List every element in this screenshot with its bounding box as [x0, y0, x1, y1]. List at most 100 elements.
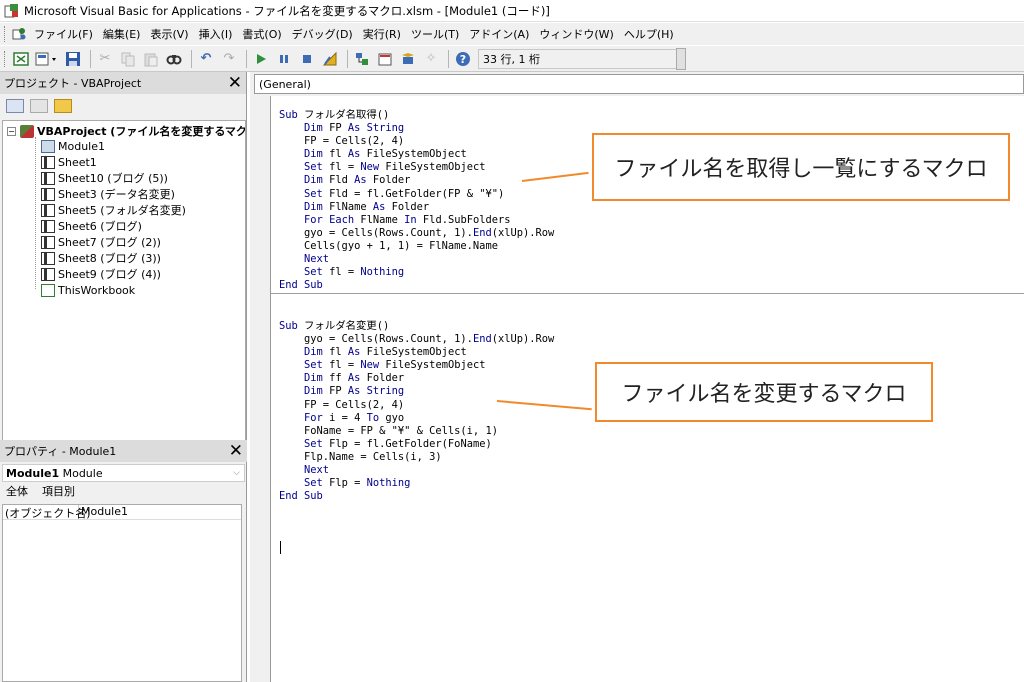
- callout-one: ファイル名を取得し一覧にするマクロ: [592, 133, 1010, 201]
- menu-help[interactable]: ヘルプ(H): [619, 26, 679, 42]
- project-tree[interactable]: − VBAProject (ファイル名を変更するマクロ Module1 Shee…: [2, 120, 246, 450]
- undo-icon[interactable]: ↶: [196, 49, 216, 69]
- paste-icon[interactable]: [141, 49, 161, 69]
- tree-item-sheet7[interactable]: Sheet7 (ブログ (2)): [41, 234, 161, 250]
- design-mode-icon[interactable]: [320, 49, 340, 69]
- chevron-down-icon[interactable]: ⌵: [233, 468, 240, 478]
- collapse-icon[interactable]: −: [7, 126, 16, 136]
- properties-window-icon[interactable]: [375, 49, 395, 69]
- workbook-icon: [41, 283, 55, 297]
- tab-alphabetic[interactable]: 全体: [6, 483, 28, 499]
- toolbar-grip[interactable]: [4, 50, 7, 67]
- code-line: gyo = Cells(Rows.Count, 1).End(xlUp).Row: [279, 226, 555, 239]
- tree-root[interactable]: − VBAProject (ファイル名を変更するマクロ: [7, 123, 245, 139]
- copy-icon[interactable]: [118, 49, 138, 69]
- tree-item-sheet1[interactable]: Sheet1: [41, 154, 97, 170]
- toolbar-options-button[interactable]: [676, 47, 686, 70]
- properties-panel: プロパティ - Module1 ✕ Module1 Module ⌵ 全体 項目…: [0, 440, 247, 682]
- object-combo[interactable]: (General): [254, 74, 1024, 94]
- sheet-icon: [41, 155, 55, 169]
- code-line: Set Flp = Nothing: [304, 477, 411, 490]
- reset-icon[interactable]: [297, 49, 317, 69]
- view-object-icon[interactable]: [30, 99, 48, 113]
- procedure-separator: [271, 293, 1024, 294]
- view-excel-icon[interactable]: [11, 49, 31, 69]
- prop-row[interactable]: (オブジェクト名) Module1: [3, 505, 241, 520]
- procedure-folder-name-change: Sub フォルダ名変更() gyo = Cells(Rows.Count, 1)…: [279, 320, 554, 503]
- properties-panel-header: プロパティ - Module1 ✕: [0, 440, 247, 462]
- toolbox-icon[interactable]: ✧: [421, 49, 441, 69]
- code-line: Dim ff As Folder: [304, 372, 405, 385]
- excel-app-icon[interactable]: [11, 24, 27, 44]
- save-icon[interactable]: [63, 49, 83, 69]
- module-icon: [41, 139, 55, 153]
- tab-categorized[interactable]: 項目別: [42, 483, 75, 499]
- code-line: Sub フォルダ名取得(): [279, 109, 390, 121]
- view-code-icon[interactable]: [6, 99, 24, 113]
- sheet-icon: [41, 171, 55, 185]
- cut-icon[interactable]: ✂: [95, 49, 115, 69]
- tree-item-sheet8[interactable]: Sheet8 (ブログ (3)): [41, 250, 161, 266]
- tree-item-sheet10[interactable]: Sheet10 (ブログ (5)): [41, 170, 168, 186]
- code-line: Dim FlName As Folder: [304, 200, 430, 213]
- prop-value[interactable]: Module1: [79, 505, 128, 519]
- menu-view[interactable]: 表示(V): [145, 26, 193, 42]
- break-icon[interactable]: [274, 49, 294, 69]
- menu-edit[interactable]: 編集(E): [98, 26, 146, 42]
- toolbar-separator: [347, 49, 348, 68]
- left-pane: プロジェクト - VBAProject ✕ − VBAProject (ファイル…: [0, 72, 247, 682]
- properties-close-icon[interactable]: ✕: [229, 442, 243, 460]
- tree-item-label: Sheet10 (ブログ (5)): [58, 172, 168, 185]
- code-line: Dim fl As FileSystemObject: [304, 346, 467, 359]
- tree-item-thisworkbook[interactable]: ThisWorkbook: [41, 282, 135, 298]
- code-line: Flp.Name = Cells(i, 3): [279, 450, 442, 463]
- object-select[interactable]: Module1 Module ⌵: [2, 464, 245, 482]
- toolbar-separator: [90, 49, 91, 68]
- menu-grip[interactable]: [4, 26, 7, 42]
- tree-item-sheet5[interactable]: Sheet5 (フォルダ名変更): [41, 202, 186, 218]
- tree-item-sheet6[interactable]: Sheet6 (ブログ): [41, 218, 142, 234]
- tree-item-sheet9[interactable]: Sheet9 (ブログ (4)): [41, 266, 161, 282]
- menu-format[interactable]: 書式(O): [237, 26, 286, 42]
- code-line: Dim FP As String: [304, 385, 405, 398]
- sheet-icon: [41, 187, 55, 201]
- code-line: Sub フォルダ名変更(): [279, 320, 390, 332]
- tree-item-label: Sheet5 (フォルダ名変更): [58, 204, 186, 217]
- insert-module-icon[interactable]: [34, 49, 60, 69]
- code-line: Next: [304, 253, 330, 266]
- menu-tools[interactable]: ツール(T): [406, 26, 464, 42]
- menu-file[interactable]: ファイル(F): [29, 26, 98, 42]
- tree-item-sheet3[interactable]: Sheet3 (データ名変更): [41, 186, 175, 202]
- menu-debug[interactable]: デバッグ(D): [287, 26, 358, 42]
- menu-insert[interactable]: 挿入(I): [194, 26, 238, 42]
- code-line: For i = 4 To gyo: [304, 411, 405, 424]
- help-icon[interactable]: ?: [453, 49, 473, 69]
- toggle-folders-icon[interactable]: [54, 99, 72, 113]
- properties-grid: (オブジェクト名) Module1: [2, 504, 242, 682]
- tree-item-module1[interactable]: Module1: [41, 138, 105, 154]
- tree-item-label: Sheet9 (ブログ (4)): [58, 268, 161, 281]
- prop-key: (オブジェクト名): [5, 505, 91, 520]
- menu-run[interactable]: 実行(R): [358, 26, 406, 42]
- object-browser-icon[interactable]: [398, 49, 418, 69]
- code-line: FoName = FP & "¥" & Cells(i, 1): [279, 424, 498, 437]
- menu-window[interactable]: ウィンドウ(W): [534, 26, 618, 42]
- menu-addins[interactable]: アドイン(A): [464, 26, 534, 42]
- object-name: Module1: [6, 466, 60, 480]
- object-type: Module: [62, 466, 103, 480]
- code-line: Next: [304, 464, 330, 477]
- project-close-icon[interactable]: ✕: [228, 74, 242, 92]
- window-title: Microsoft Visual Basic for Applications …: [24, 3, 550, 18]
- text-caret: [280, 541, 281, 554]
- code-line: End Sub: [279, 490, 323, 503]
- project-explorer-icon[interactable]: [352, 49, 372, 69]
- code-line: Dim fl As FileSystemObject: [304, 148, 467, 161]
- find-icon[interactable]: [164, 49, 184, 69]
- code-line: Dim FP As String: [304, 122, 405, 135]
- vbaproject-icon: [20, 124, 34, 138]
- callout-two: ファイル名を変更するマクロ: [595, 362, 933, 422]
- run-icon[interactable]: [251, 49, 271, 69]
- redo-icon[interactable]: ↷: [219, 49, 239, 69]
- title-bar: Microsoft Visual Basic for Applications …: [0, 0, 1024, 22]
- toolbar-separator: [191, 49, 192, 68]
